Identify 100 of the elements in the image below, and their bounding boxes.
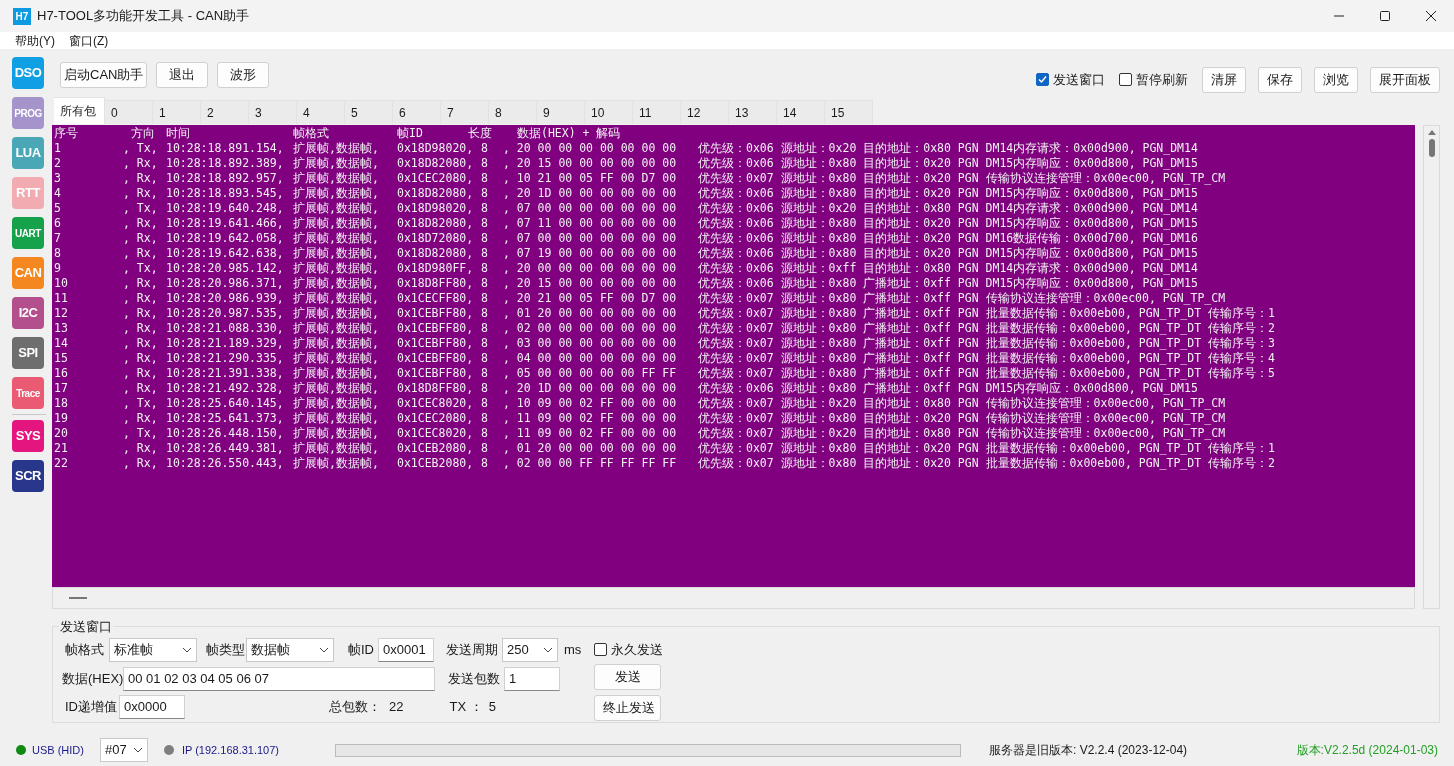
menu-item[interactable]: 帮助(Y) [15,31,55,50]
field-label: 发送周期 [446,640,499,659]
tab[interactable]: 9 [537,100,585,124]
checkbox[interactable] [1036,73,1049,86]
maximize-icon [1380,11,1390,21]
log-cell-text: 0x18D98020, [397,141,475,156]
log-cell-text: 扩展帧,数据帧, [293,156,380,171]
log-cell-text: 8 [481,441,489,456]
log-cell-text: 扩展帧,数据帧, [293,411,380,426]
id-step-field[interactable]: 0x0000 [119,694,185,719]
toolbar-button[interactable]: 启动CAN助手 [60,61,148,88]
log-cell-text: , 10 21 00 05 FF 00 D7 00 [503,171,678,186]
log-cell-text: , Rx, [123,186,159,201]
frame-type-select[interactable]: 数据帧 [246,637,334,662]
tab[interactable]: 1 [153,100,201,124]
log-cell-text: 0x1CEBFF80, [397,351,475,366]
tab[interactable]: 0 [105,100,153,124]
tab[interactable]: 6 [393,100,441,124]
menu-item[interactable]: 窗口(Z) [69,31,109,50]
log-cell-text: 扩展帧,数据帧, [293,186,380,201]
tool-button[interactable]: SPI [12,337,44,369]
log-cell-text: 8 [481,156,489,171]
period-select[interactable]: 250 [502,637,558,662]
toolbar-button[interactable]: 波形 [217,61,270,88]
log-cell-text: 扩展帧,数据帧, [293,441,380,456]
data-field[interactable]: 00 01 02 03 04 05 06 07 [123,666,435,691]
log-cell-text: 0x1CEB2080, [397,441,475,456]
log-cell-text: , Rx, [123,156,159,171]
log-cell-text: 优先级：0x06 源地址：0xff 目的地址：0x80 PGN DM14内存请求：0x00d900, PGN_DM14 [698,261,1199,276]
toolbar-button[interactable]: 浏览 [1314,66,1358,93]
tab[interactable]: 12 [681,100,729,124]
checkbox[interactable] [594,643,608,656]
tab[interactable]: 2 [201,100,249,124]
frame-id-field[interactable]: 0x0001 [378,637,434,662]
log-cell-text: 10:28:19.641.466, [166,216,285,231]
log-cell-text: 扩展帧,数据帧, [293,291,380,306]
log-cell-text: 10:28:19.642.058, [166,231,285,246]
field-label: TX ： [449,697,483,716]
tool-button[interactable]: SYS [12,420,44,452]
log-cell-text: 0x18D82080, [397,156,475,171]
toolbar-button[interactable]: 展开面板 [1370,66,1440,93]
log-cell-text: , 01 20 00 00 00 00 00 00 [503,441,678,456]
tab[interactable]: 10 [585,100,633,124]
log-cell-text: , 02 00 00 FF FF FF FF FF [503,456,678,471]
log-cell-text: 8 [481,141,489,156]
tab[interactable]: 8 [489,100,537,124]
log-cell-text: , Rx, [123,441,159,456]
log-cell-text: 扩展帧,数据帧, [293,171,380,186]
vertical-scrollbar[interactable] [1423,125,1440,609]
horizontal-scrollbar[interactable] [52,587,1415,609]
stop-send-button[interactable]: 终止发送 [594,694,661,721]
tab[interactable]: 5 [345,100,393,124]
tool-button[interactable]: I2C [12,297,44,329]
log-cell-text: 优先级：0x06 源地址：0x80 广播地址：0xff PGN DM15内存响应：0x00d800, PGN_DM15 [698,276,1199,291]
log-cell-text: , Rx, [123,321,159,336]
count-field[interactable]: 1 [504,666,560,691]
log-cell-text: , Tx, [123,396,159,411]
log-cell-text: 扩展帧,数据帧, [293,426,380,441]
toolbar-button[interactable]: 清屏 [1202,66,1246,93]
log-cell-text: 扩展帧,数据帧, [293,456,380,471]
log-cell-text: 优先级：0x06 源地址：0x80 目的地址：0x20 PGN DM15内存响应：0x00d800, PGN_DM15 [698,246,1199,261]
log-cell-text: 10:28:20.985.142, [166,261,285,276]
log-cell-text: , Rx, [123,231,159,246]
usb-status: USB (HID) [32,742,84,758]
tool-button[interactable]: SCR [12,460,44,492]
log-cell-text: 扩展帧,数据帧, [293,306,380,321]
log-cell-text: , 05 00 00 00 00 00 FF FF [503,366,678,381]
log-cell-text: , 20 21 00 05 FF 00 D7 00 [503,291,678,306]
frame-format-select[interactable]: 标准帧 [109,637,197,662]
tab[interactable]: 13 [729,100,777,124]
send-button[interactable]: 发送 [594,663,661,690]
tab[interactable]: 所有包 [54,97,105,124]
tab[interactable]: 4 [297,100,345,124]
scroll-thumb[interactable] [1428,139,1435,157]
log-cell-text: 21 [54,441,69,456]
group-title: 发送窗口 [59,618,113,636]
tab[interactable]: 11 [633,100,681,124]
log-cell-text: 扩展帧,数据帧, [293,336,380,351]
tab[interactable]: 3 [249,100,297,124]
log-cell-text: 10:28:18.892.389, [166,156,285,171]
port-select[interactable]: #07 [99,738,148,762]
tab[interactable]: 14 [777,100,825,124]
log-cell-text: 扩展帧,数据帧, [293,201,380,216]
log-cell-text: 扩展帧,数据帧, [293,231,380,246]
tab[interactable]: 7 [441,100,489,124]
tab[interactable]: 15 [825,100,873,124]
log-cell-text: , 11 09 00 02 FF 00 00 00 [503,426,678,441]
log-cell-text: 优先级：0x07 源地址：0x80 目的地址：0x20 PGN 传输协议连接管理：0x00ec00, PGN_TP_CM [698,411,1227,426]
log-cell-text: 11 [54,291,69,306]
log-cell-text: 10:28:20.986.939, [166,291,285,306]
log-cell-text: 8 [481,231,489,246]
log-cell-text: 10:28:19.642.638, [166,246,285,261]
log-cell-text: 扩展帧,数据帧, [293,366,380,381]
toolbar-button[interactable]: 退出 [156,61,209,88]
log-cell-text: 8 [481,201,489,216]
log-cell-text: , 20 1D 00 00 00 00 00 00 [503,186,678,201]
checkbox[interactable] [1119,73,1132,86]
toolbar-button[interactable]: 保存 [1258,66,1302,93]
log-cell-text: , 02 00 00 00 00 00 00 00 [503,321,678,336]
log-cell-text: , 07 00 00 00 00 00 00 00 [503,201,678,216]
